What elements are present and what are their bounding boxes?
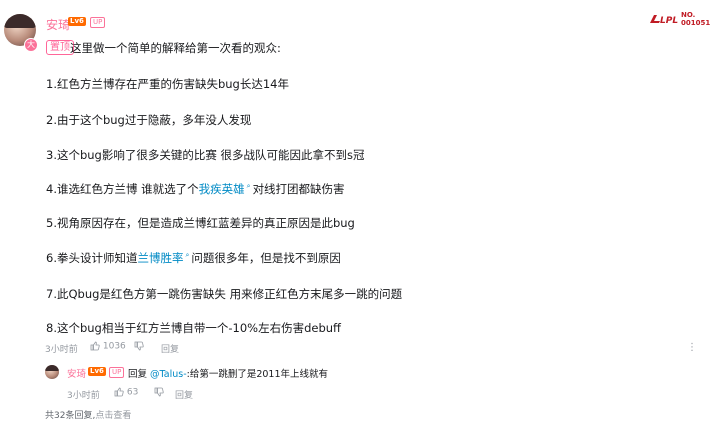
thumb-up-icon: [114, 387, 124, 397]
comment-line-4-tail: 对线打团都缺伤害: [252, 182, 345, 196]
reply-like-count: 63: [126, 387, 139, 398]
reply-level-badge: Lv6: [88, 367, 106, 376]
comment-line-7: 7.此Qbug是红色方第一跳伤害缺失 用来修正红色方末尾多一跳的问题: [46, 287, 403, 301]
username[interactable]: 安琦: [46, 16, 70, 33]
comment-line-4: 4.谁选红色方兰博 谁就选了个我疾英雄 ⌕ 对线打团都缺伤害: [46, 181, 345, 197]
comment-line-6: 6.拳头设计师知道兰博胜率 ⌕ 问题很多年，但是找不到原因: [46, 250, 341, 266]
like-count: 1036: [102, 341, 126, 352]
comment-line-0: 这里做一个简单的解释给第一次看的观众:: [70, 41, 281, 55]
reply-like-button[interactable]: 63: [114, 387, 138, 398]
view-replies-link[interactable]: 点击查看: [95, 411, 131, 421]
comment-line-5: 5.视角原因存在，但是造成兰博红蓝差异的真正原因是此bug: [46, 216, 355, 230]
more-icon[interactable]: ⋮: [687, 342, 697, 353]
lpl-logo: LPL: [650, 15, 678, 26]
reply-dislike-button[interactable]: [154, 387, 164, 398]
level-badge: Lv6: [68, 17, 86, 26]
like-button[interactable]: 1036: [90, 341, 126, 352]
reply-prefix: 回复: [128, 369, 148, 380]
comment-line-3: 3.这个bug影响了很多关键的比赛 很多战队可能因此拿不到s冠: [46, 148, 365, 162]
hero-link[interactable]: 我疾英雄: [199, 182, 245, 196]
reply-content: :给第一跳删了是2011年上线就有: [186, 369, 329, 380]
comment-line-8: 8.这个bug相当于红方兰博自带一个-10%左右伤害debuff: [46, 321, 341, 335]
comment-line-6-tail: 问题很多年，但是找不到原因: [191, 251, 341, 265]
reply-reply-button[interactable]: 回复: [175, 388, 193, 401]
reply-up-badge: UP: [109, 367, 125, 378]
up-badge: UP: [90, 17, 106, 28]
reply-text: 回复 @Talus-:给第一跳删了是2011年上线就有: [128, 366, 328, 380]
thumb-up-icon: [90, 341, 100, 351]
reply-avatar[interactable]: [45, 365, 59, 379]
thumb-down-icon: [154, 387, 164, 397]
watermark-no: NO.: [681, 11, 696, 19]
watermark-digits: 001051: [681, 19, 711, 27]
reply-username[interactable]: 安琦: [67, 366, 86, 380]
reply-summary: 共32条回复,点击查看: [45, 408, 131, 421]
comment-line-4-text: 4.谁选红色方兰博 谁就选了个: [46, 182, 199, 196]
comment-line-6-text: 6.拳头设计师知道: [46, 251, 138, 265]
search-link-icon: ⌕: [246, 182, 251, 191]
reply-count: 共32条回复,: [45, 411, 96, 421]
mention-link[interactable]: @Talus-: [150, 369, 187, 380]
reply-button[interactable]: 回复: [161, 342, 179, 355]
dislike-button[interactable]: [134, 341, 144, 352]
comment-time: 3小时前: [45, 345, 78, 355]
lpl-logo-text: LPL: [660, 16, 678, 26]
thumb-down-icon: [134, 341, 144, 351]
reply-time: 3小时前: [67, 391, 100, 401]
avatar-badge: 大: [24, 38, 38, 52]
winrate-link[interactable]: 兰博胜率: [137, 251, 183, 265]
watermark-number: NO. 001051: [681, 11, 710, 27]
comment-line-1: 1.红色方兰博存在严重的伤害缺失bug长达14年: [46, 77, 289, 91]
comment-line-2: 2.由于这个bug过于隐蔽，多年没人发现: [46, 113, 252, 127]
search-link-icon: ⌕: [185, 251, 190, 260]
